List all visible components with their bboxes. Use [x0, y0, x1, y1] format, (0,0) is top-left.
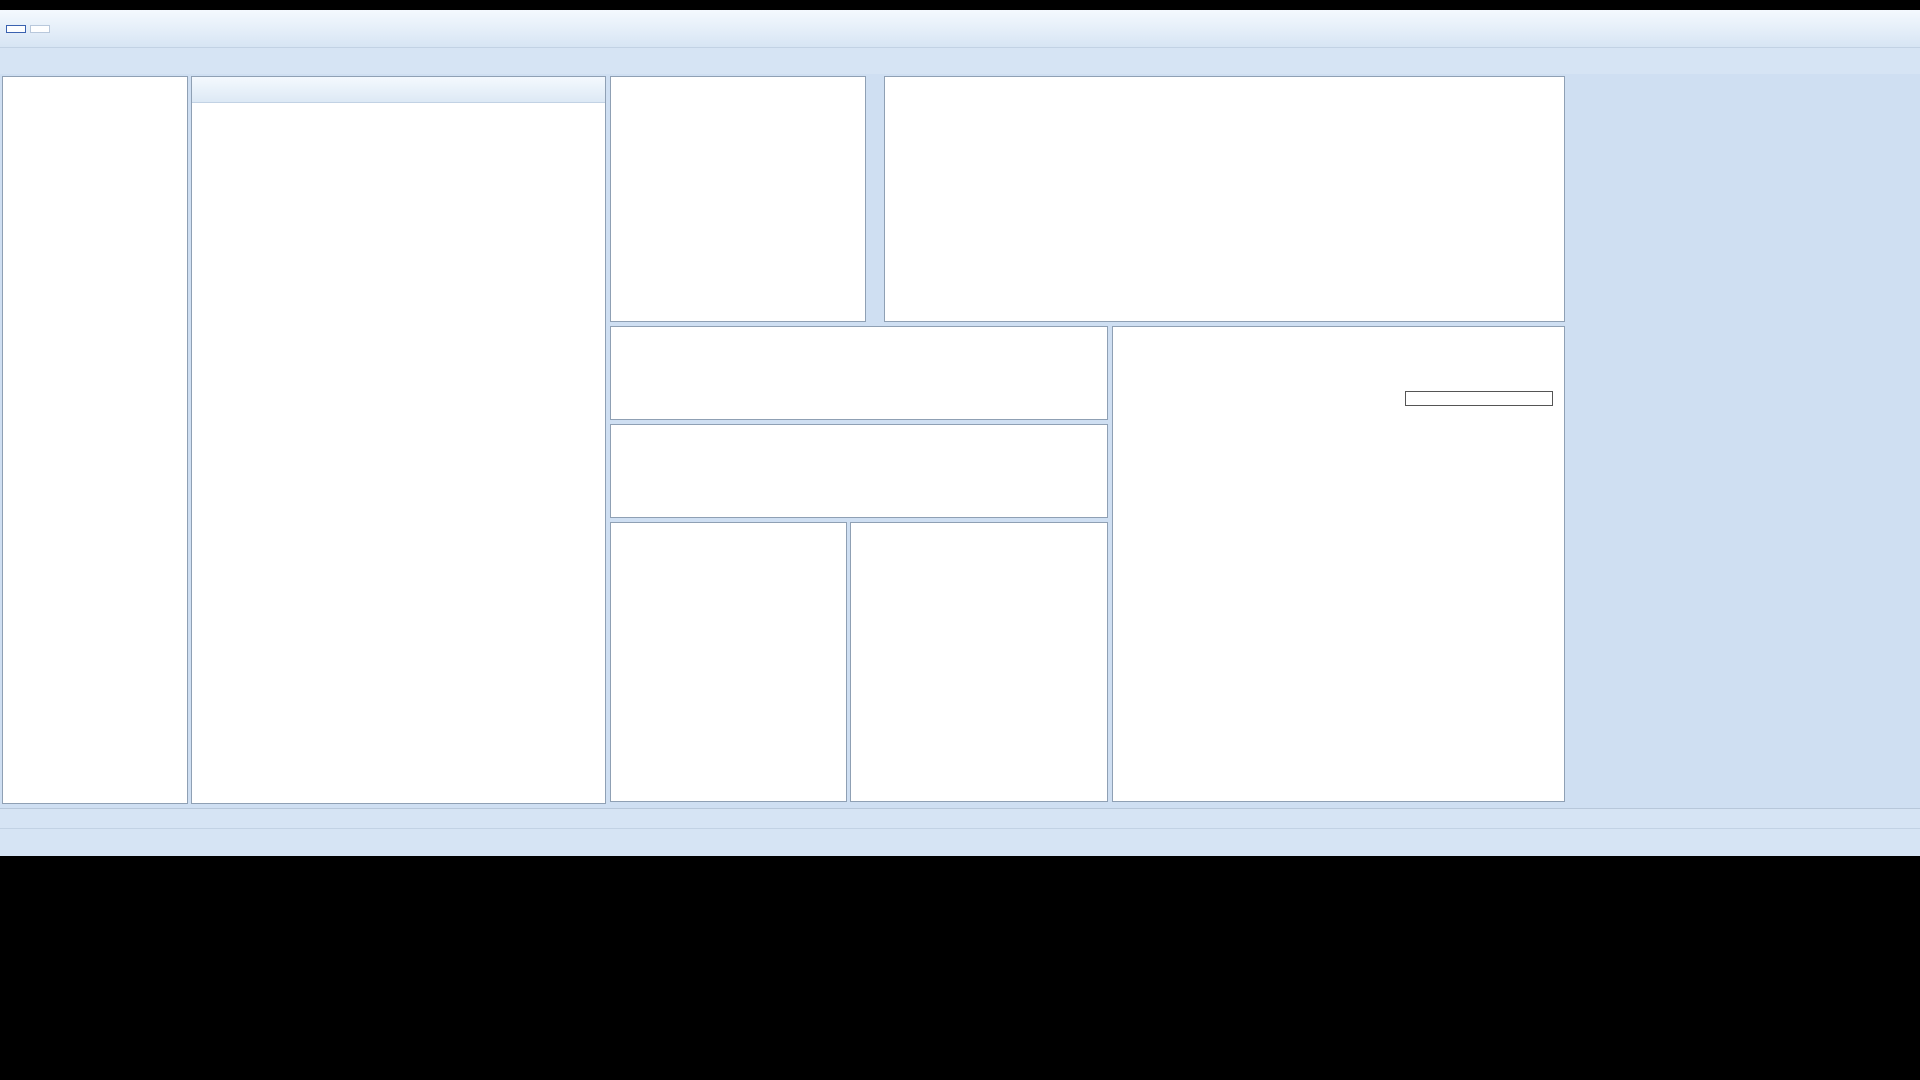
scheme-toolbar	[192, 77, 605, 103]
panel-link-icon[interactable]	[1545, 79, 1561, 95]
metabolic-scheme-canvas[interactable]	[193, 104, 604, 802]
panel-link-icon[interactable]	[1088, 427, 1104, 443]
mass-spectrum-panel-2	[850, 522, 1108, 802]
main-toolbar	[0, 10, 1920, 48]
metasense-app-window	[0, 10, 1920, 856]
sidebar	[2, 76, 188, 804]
mass-spectrum-plot[interactable]	[851, 523, 1107, 801]
chromatogram-tic-panel	[610, 424, 1108, 518]
bottom-tab-bar	[0, 828, 1920, 856]
chromatogram-plot[interactable]	[611, 425, 1107, 517]
chart-legend	[1405, 391, 1553, 406]
parent-structure-panel	[610, 76, 866, 322]
mass-spectrum-plot[interactable]	[611, 523, 846, 801]
table-horizontal-scrollbar[interactable]	[886, 305, 1563, 320]
panel-link-icon[interactable]	[1545, 329, 1561, 345]
mass-spectrum-panel-1	[610, 522, 847, 802]
panel-link-icon[interactable]	[1088, 525, 1104, 541]
chromatogram-plot[interactable]	[611, 327, 1107, 419]
workspace	[0, 74, 1920, 808]
parent-structure-drawing[interactable]	[611, 77, 865, 321]
chromatogram-mc-panel	[610, 326, 1108, 420]
status-bar	[0, 808, 1920, 828]
remote-button[interactable]	[30, 25, 50, 33]
menu-bar	[0, 48, 1920, 74]
view-mode-icon[interactable]	[6, 52, 24, 70]
metabolic-scheme-panel	[191, 76, 606, 804]
local-button[interactable]	[6, 25, 26, 33]
panel-link-icon[interactable]	[846, 79, 862, 95]
time-course-chart-panel	[1112, 326, 1565, 802]
metabolites-table-panel	[884, 76, 1565, 322]
panel-link-icon[interactable]	[827, 525, 843, 541]
structure-vertical-scrollbar[interactable]	[867, 76, 882, 322]
panel-link-icon[interactable]	[586, 79, 602, 95]
panel-link-icon[interactable]	[1088, 329, 1104, 345]
